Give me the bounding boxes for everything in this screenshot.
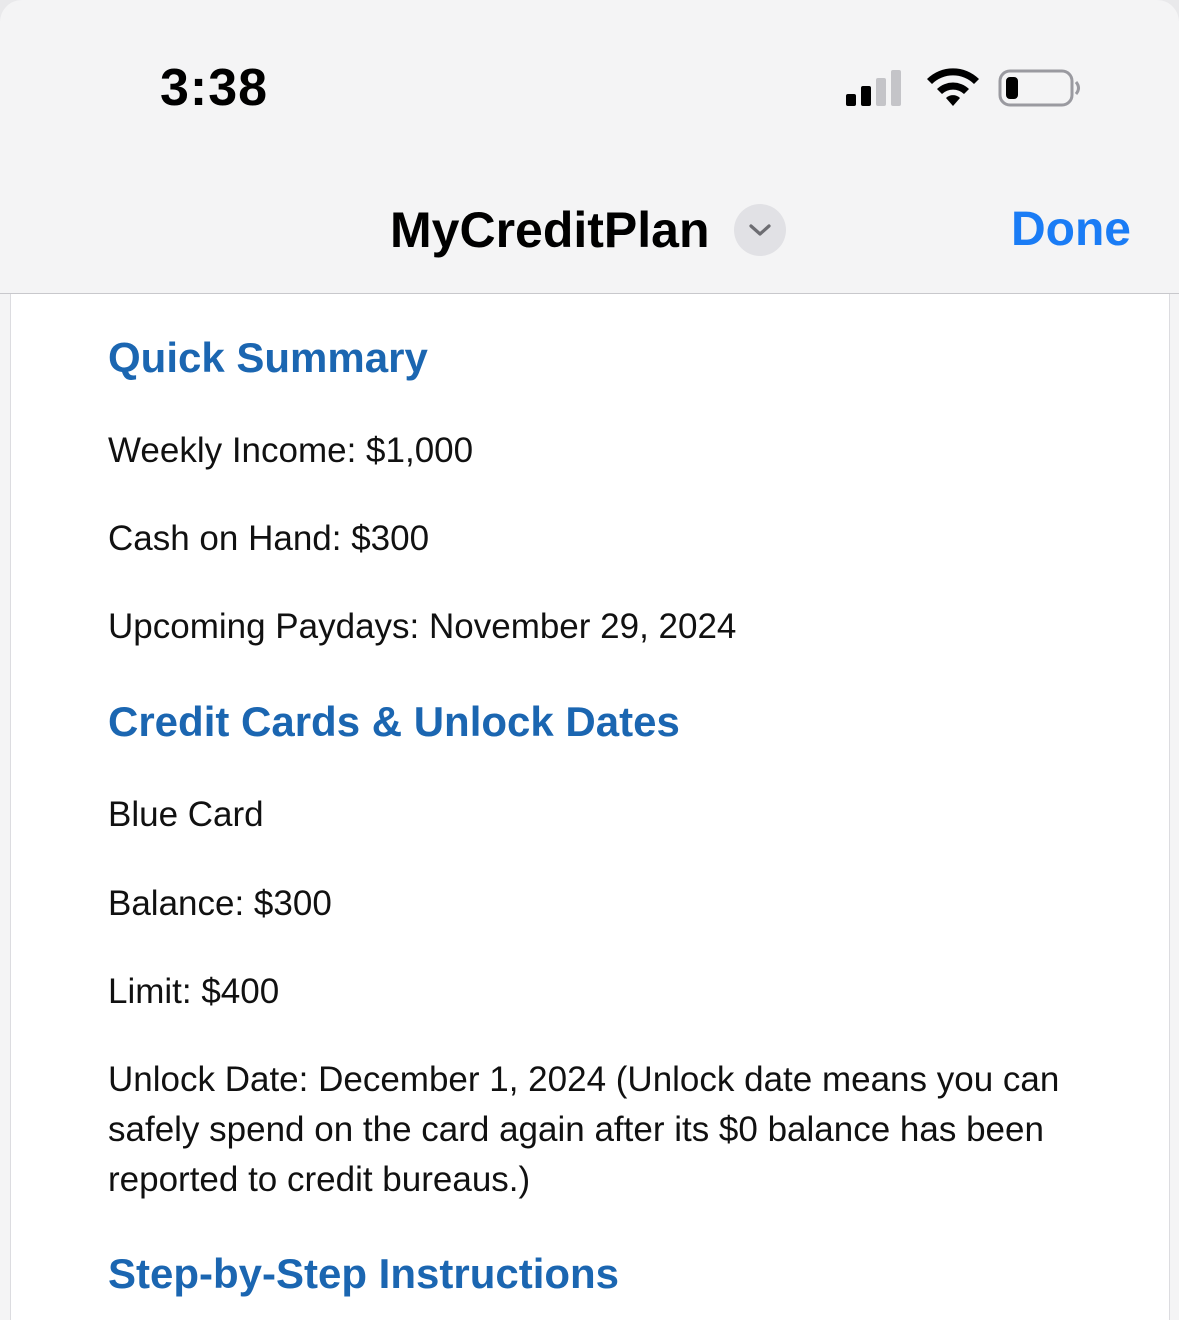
nav-title-group[interactable]: MyCreditPlan: [390, 198, 786, 262]
sheet: 3:38 MyCreditPlan Done Quick Summary Wee…: [0, 0, 1179, 1320]
unlock-date-text: Unlock Date: December 1, 2024 (Unlock da…: [108, 1060, 1060, 1199]
cash-on-hand-text: Cash on Hand: $300: [108, 519, 430, 558]
status-time: 3:38: [160, 59, 269, 117]
document-content: Quick Summary Weekly Income: $1,000 Cash…: [10, 294, 1170, 1320]
status-bar: 3:38: [0, 0, 1179, 170]
chevron-down-icon: [748, 224, 771, 236]
done-button[interactable]: Done: [1011, 202, 1131, 257]
wifi-icon: [927, 68, 979, 106]
cellular-signal-icon: [846, 70, 901, 106]
title-menu-button[interactable]: [733, 204, 786, 256]
section-heading-quick-summary: Quick Summary: [108, 334, 428, 381]
battery-icon: [998, 69, 1080, 107]
limit-text: Limit: $400: [108, 972, 280, 1011]
nav-title: MyCreditPlan: [390, 202, 710, 258]
section-heading-instructions: Step-by-Step Instructions: [108, 1250, 620, 1297]
section-heading-credit-cards: Credit Cards & Unlock Dates: [108, 698, 680, 745]
card-name-text: Blue Card: [108, 795, 264, 834]
balance-text: Balance: $300: [108, 884, 332, 923]
navigation-bar: MyCreditPlan Done: [0, 170, 1179, 294]
weekly-income-text: Weekly Income: $1,000: [108, 431, 474, 470]
upcoming-paydays-text: Upcoming Paydays: November 29, 2024: [108, 607, 737, 646]
